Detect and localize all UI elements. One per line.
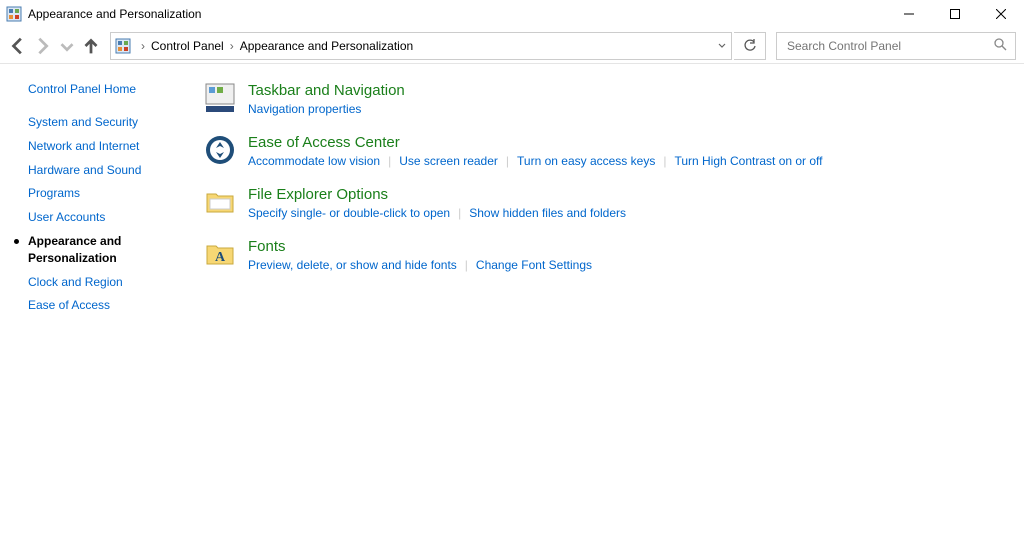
task-link-turn-on-easy-access-keys[interactable]: Turn on easy access keys [517,154,655,168]
search-input[interactable] [785,38,994,54]
task-link-turn-high-contrast-on-or-off[interactable]: Turn High Contrast on or off [674,154,822,168]
fonts-icon[interactable]: A [204,238,236,270]
svg-text:A: A [215,250,226,265]
category-explorer: File Explorer Options Specify single- or … [204,186,1004,220]
ease-icon[interactable] [204,134,236,166]
sidebar-item-user-accounts[interactable]: User Accounts [28,209,180,226]
control-panel-icon [6,6,22,22]
main-panel: Taskbar and Navigation Navigation propert… [180,82,1024,321]
task-link-change-font-settings[interactable]: Change Font Settings [476,258,592,272]
task-link-navigation-properties[interactable]: Navigation properties [248,102,361,116]
search-box[interactable] [776,32,1016,60]
window-controls [886,0,1024,28]
taskbar-icon[interactable] [204,82,236,114]
link-separator: | [458,206,461,220]
sidebar-item-system-and-security[interactable]: System and Security [28,114,180,131]
sidebar-item-appearance-and-personalization[interactable]: Appearance and Personalization [28,233,180,267]
task-link-specify-single-or-double-click-to-open[interactable]: Specify single- or double-click to open [248,206,450,220]
titlebar: Appearance and Personalization [0,0,1024,28]
address-bar[interactable]: › Control Panel › Appearance and Persona… [110,32,732,60]
minimize-button[interactable] [886,0,932,28]
link-separator: | [663,154,666,168]
content-area: Control Panel Home System and Security Ne… [0,64,1024,321]
nav-toolbar: › Control Panel › Appearance and Persona… [0,28,1024,64]
up-button[interactable] [80,35,102,57]
address-history-dropdown[interactable] [717,39,727,53]
link-separator: | [506,154,509,168]
breadcrumb-current[interactable]: Appearance and Personalization [238,39,415,53]
sidebar: Control Panel Home System and Security Ne… [0,82,180,321]
sidebar-item-hardware-and-sound[interactable]: Hardware and Sound [28,162,180,179]
close-button[interactable] [978,0,1024,28]
category-title-taskbar[interactable]: Taskbar and Navigation [248,82,405,100]
breadcrumb-root[interactable]: Control Panel [149,39,226,53]
task-link-accommodate-low-vision[interactable]: Accommodate low vision [248,154,380,168]
sidebar-item-network-and-internet[interactable]: Network and Internet [28,138,180,155]
explorer-icon[interactable] [204,186,236,218]
refresh-button[interactable] [734,32,766,60]
maximize-button[interactable] [932,0,978,28]
window-title: Appearance and Personalization [28,7,201,21]
category-ease: Ease of Access Center Accommodate low vis… [204,134,1004,168]
category-fonts: A Fonts Preview, delete, or show and hide … [204,238,1004,272]
sidebar-item-programs[interactable]: Programs [28,185,180,202]
task-link-preview-delete-or-show-and-hide-fonts[interactable]: Preview, delete, or show and hide fonts [248,258,457,272]
task-link-use-screen-reader[interactable]: Use screen reader [399,154,498,168]
category-title-explorer[interactable]: File Explorer Options [248,186,626,204]
address-control-panel-icon [115,38,131,54]
sidebar-home[interactable]: Control Panel Home [28,82,180,96]
link-separator: | [465,258,468,272]
breadcrumb-sep-icon[interactable]: › [137,39,149,53]
breadcrumb-sep-icon[interactable]: › [226,39,238,53]
sidebar-item-ease-of-access[interactable]: Ease of Access [28,297,180,314]
search-icon[interactable] [994,38,1007,54]
category-taskbar: Taskbar and Navigation Navigation propert… [204,82,1004,116]
forward-button[interactable] [32,35,54,57]
back-button[interactable] [8,35,30,57]
sidebar-item-clock-and-region[interactable]: Clock and Region [28,274,180,291]
link-separator: | [388,154,391,168]
task-link-show-hidden-files-and-folders[interactable]: Show hidden files and folders [469,206,626,220]
category-title-fonts[interactable]: Fonts [248,238,592,256]
category-title-ease[interactable]: Ease of Access Center [248,134,823,152]
recent-locations-button[interactable] [56,35,78,57]
